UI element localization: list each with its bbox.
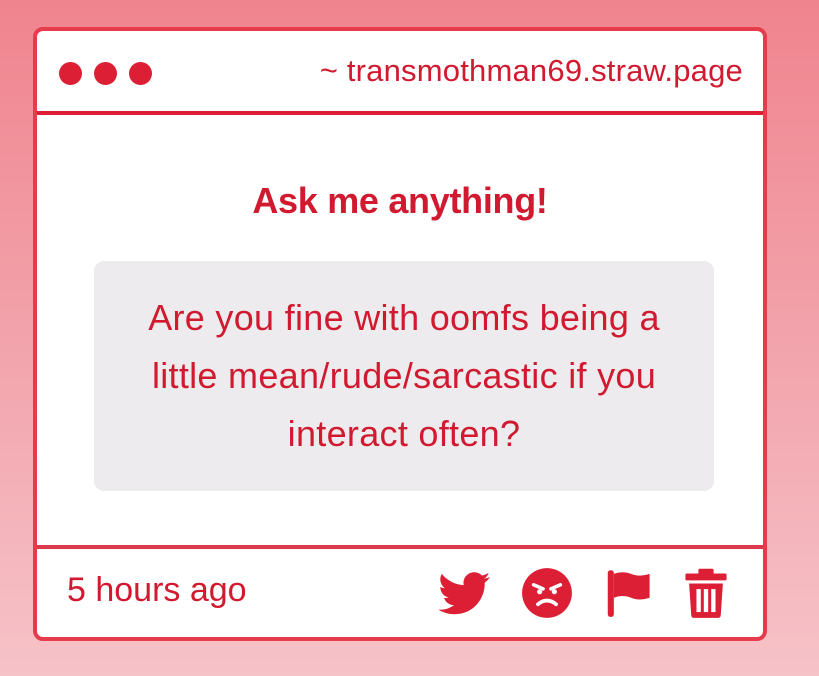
page-url[interactable]: ~ transmothman69.straw.page (320, 53, 743, 89)
title-bar: ~ transmothman69.straw.page (37, 31, 763, 115)
trash-icon[interactable] (680, 567, 732, 619)
question-card: Are you fine with oomfs being a little m… (94, 261, 714, 491)
twitter-icon[interactable] (439, 567, 491, 619)
window-dot-1 (59, 62, 82, 85)
angry-face-icon[interactable] (521, 567, 573, 619)
page-title: Ask me anything! (252, 180, 548, 221)
timestamp: 5 hours ago (67, 571, 247, 609)
ask-window: ~ transmothman69.straw.page Ask me anyth… (33, 27, 767, 641)
window-dot-2 (94, 62, 117, 85)
flag-icon[interactable] (603, 567, 655, 619)
question-text: Are you fine with oomfs being a little m… (148, 297, 660, 454)
window-dot-3 (129, 62, 152, 85)
footer-bar: 5 hours ago (37, 545, 763, 637)
